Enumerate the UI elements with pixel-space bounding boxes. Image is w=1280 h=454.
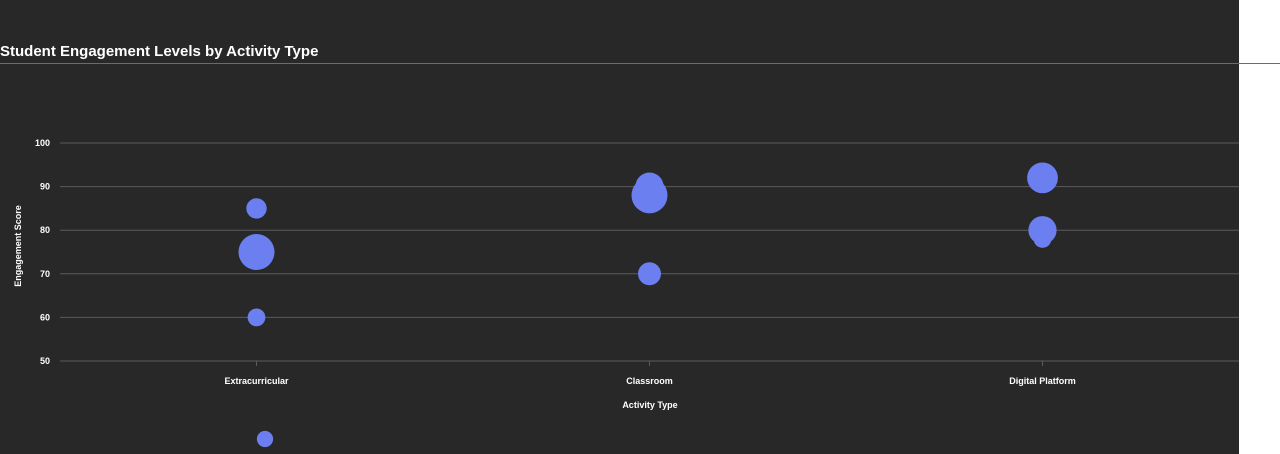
x-tick-label: Classroom <box>626 376 673 386</box>
y-tick-label: 60 <box>40 312 50 322</box>
data-point[interactable] <box>1033 230 1052 248</box>
y-tick-label: 90 <box>40 182 50 192</box>
data-point[interactable] <box>631 177 668 214</box>
data-point[interactable] <box>1027 162 1058 194</box>
data-point[interactable] <box>238 234 275 270</box>
y-axis-ticks: 50 60 70 80 90 100 <box>35 138 50 366</box>
chart-canvas: 50 60 70 80 90 100 Extracurricular Classroom Di… <box>13 138 1239 448</box>
y-tick-label: 50 <box>40 356 50 366</box>
x-tick-label: Digital Platform <box>1009 376 1076 386</box>
x-tick-label: Extracurricular <box>224 376 289 386</box>
legend-marker <box>256 430 274 448</box>
x-axis-label: Activity Type <box>622 400 677 410</box>
data-point[interactable] <box>247 308 266 327</box>
data-point[interactable] <box>638 262 661 286</box>
x-axis-ticks: Extracurricular Classroom Digital Platform <box>224 361 1076 386</box>
y-tick-label: 100 <box>35 138 50 148</box>
y-axis-label: Engagement Score <box>13 205 23 287</box>
data-point[interactable] <box>246 198 267 219</box>
y-tick-label: 80 <box>40 225 50 235</box>
y-tick-label: 70 <box>40 269 50 279</box>
